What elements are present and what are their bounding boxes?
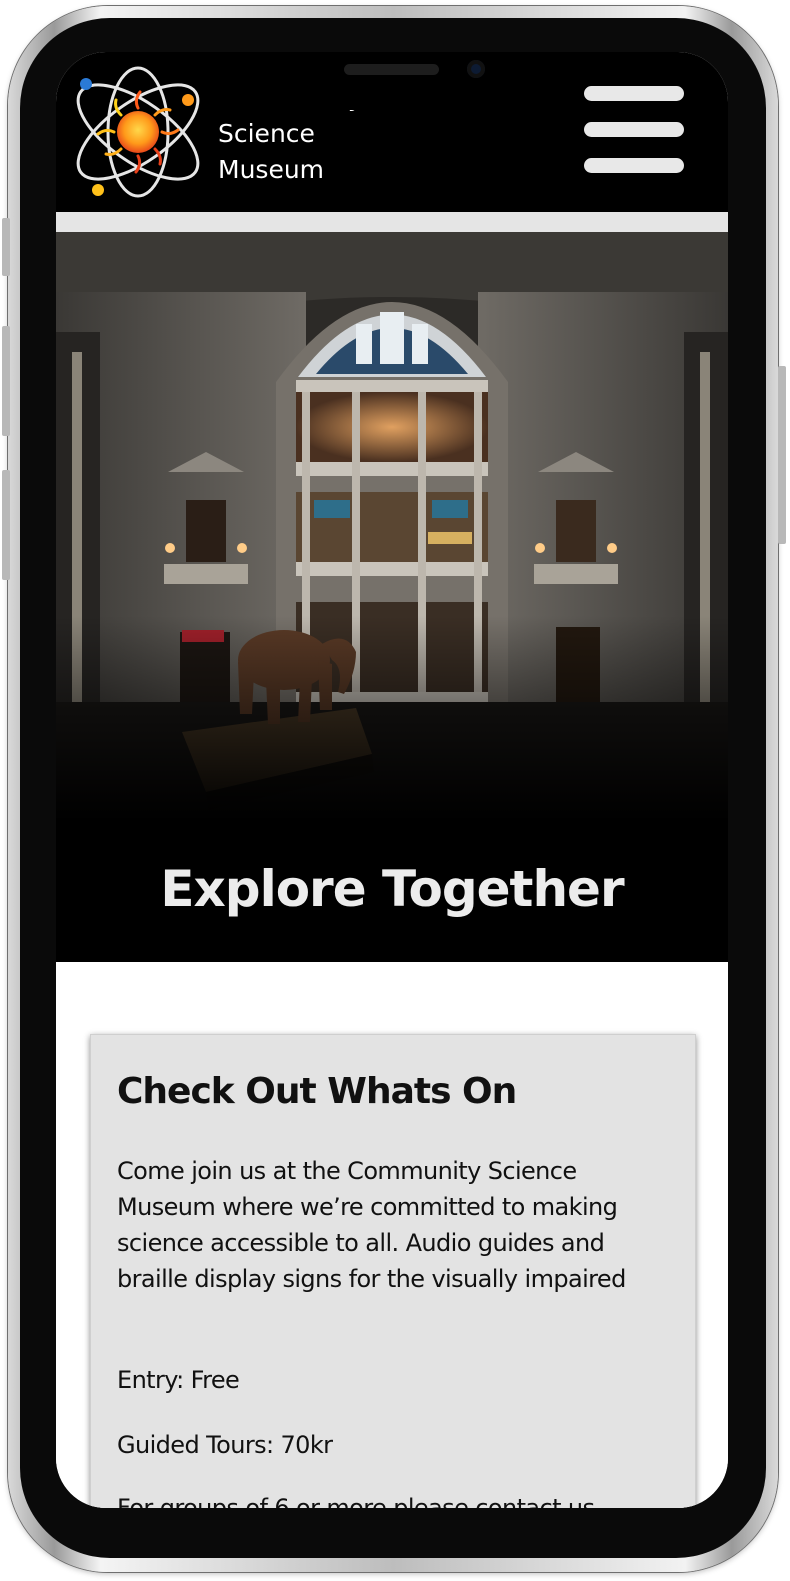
phone-power-button <box>778 366 786 544</box>
museum-rotunda-photo <box>56 232 728 822</box>
menu-bar-bottom <box>584 158 684 173</box>
whats-on-card: Check Out Whats On Come join us at the C… <box>90 1034 696 1508</box>
brand-line-3: Museum <box>218 155 325 184</box>
hamburger-menu-icon[interactable] <box>584 86 688 176</box>
menu-bar-middle <box>584 122 684 137</box>
header-divider <box>56 212 728 232</box>
phone-mute-switch <box>2 218 10 276</box>
hero-section: Explore Together <box>56 232 728 962</box>
phone-volume-down <box>2 470 10 580</box>
phone-notch <box>201 52 581 110</box>
card-heading: Check Out Whats On <box>117 1071 517 1112</box>
hero-title: Explore Together <box>160 860 624 918</box>
content-section: Check Out Whats On Come join us at the C… <box>56 962 728 1508</box>
brand-line-2: Science <box>218 119 315 148</box>
groups-contact-text: For groups of 6 or more please contact u… <box>117 1494 595 1508</box>
entry-price-text: Entry: Free <box>117 1366 240 1394</box>
guided-tours-text: Guided Tours: 70kr <box>117 1431 333 1459</box>
phone-volume-up <box>2 326 10 436</box>
menu-bar-top <box>584 86 684 101</box>
screen: Community Science Museum <box>56 52 728 1508</box>
front-camera-icon <box>467 60 485 78</box>
speaker-grille <box>344 64 439 75</box>
card-intro-text: Come join us at the Community Science Mu… <box>117 1157 626 1293</box>
atom-sun-logo-icon[interactable] <box>64 62 212 202</box>
